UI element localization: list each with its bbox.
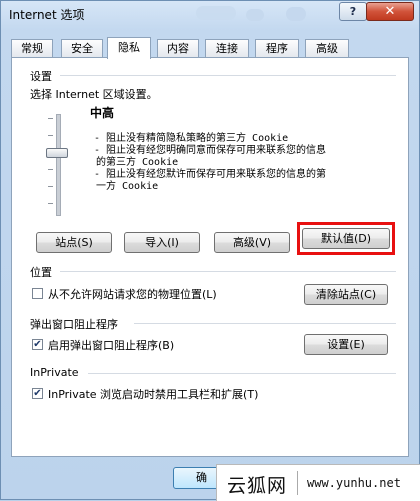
popup-checkbox-label: 启用弹出窗口阻止程序(B)	[48, 339, 175, 352]
slider-tick	[48, 118, 53, 119]
tab-content[interactable]: 内容	[157, 39, 199, 57]
group-divider	[88, 373, 396, 374]
settings-group-label: 设置	[30, 70, 52, 83]
watermark-url: www.yunhu.net	[307, 476, 401, 490]
advanced-button[interactable]: 高级(V)	[214, 232, 290, 253]
group-divider	[60, 75, 396, 76]
inprivate-checkbox-label: InPrivate 浏览启动时禁用工具栏和扩展(T)	[48, 388, 259, 401]
title-blur-shape	[246, 9, 264, 21]
help-icon: ?	[349, 5, 357, 18]
watermark-divider	[297, 471, 298, 495]
sites-button[interactable]: 站点(S)	[36, 232, 112, 253]
inprivate-checkbox[interactable]: ✔	[32, 388, 43, 399]
settings-instruction: 选择 Internet 区域设置。	[30, 88, 158, 101]
group-divider	[134, 323, 396, 324]
tab-security[interactable]: 安全	[61, 39, 103, 57]
help-button[interactable]: ?	[339, 2, 367, 21]
description-line: 一方 Cookie	[96, 181, 159, 192]
watermark: 云狐网 www.yunhu.net	[216, 464, 420, 501]
location-group-label: 位置	[30, 266, 52, 279]
checkmark-icon: ✔	[33, 388, 42, 399]
location-checkbox[interactable]	[32, 288, 43, 299]
privacy-panel: 设置 选择 Internet 区域设置。 中高 - 阻止没有精简隐私策略的第三方…	[11, 57, 409, 457]
slider-tick	[48, 203, 53, 204]
close-button[interactable]: ✕	[366, 2, 414, 21]
popup-checkbox[interactable]: ✔	[32, 339, 43, 350]
inprivate-group-label: InPrivate	[30, 366, 79, 379]
slider-tick	[48, 135, 53, 136]
popup-settings-button[interactable]: 设置(E)	[304, 334, 388, 355]
clear-sites-button[interactable]: 清除站点(C)	[304, 284, 388, 305]
watermark-logo: 云狐网	[227, 475, 288, 497]
tab-privacy[interactable]: 隐私	[107, 37, 151, 59]
checkmark-icon: ✔	[33, 339, 42, 350]
tab-programs[interactable]: 程序	[255, 39, 299, 57]
default-button-highlight	[297, 222, 395, 255]
location-checkbox-label: 从不允许网站请求您的物理位置(L)	[48, 288, 217, 301]
import-button[interactable]: 导入(I)	[124, 232, 200, 253]
slider-tick	[48, 186, 53, 187]
title-bar: Internet 选项 ? ✕	[1, 1, 419, 29]
internet-options-dialog: Internet 选项 ? ✕ 常规 安全 隐私 内容 连接 程序 高级 设置 …	[0, 0, 420, 500]
privacy-slider-thumb[interactable]	[46, 148, 68, 158]
privacy-level: 中高	[90, 106, 115, 120]
tab-connections[interactable]: 连接	[205, 39, 249, 57]
close-icon: ✕	[384, 4, 396, 19]
slider-tick	[48, 169, 53, 170]
tab-general[interactable]: 常规	[11, 39, 53, 57]
tab-advanced[interactable]: 高级	[305, 39, 349, 57]
title-blur-shape	[196, 6, 236, 20]
group-divider	[60, 271, 396, 272]
window-title: Internet 选项	[9, 8, 85, 22]
popup-group-label: 弹出窗口阻止程序	[30, 318, 118, 331]
title-blur-shape	[286, 7, 306, 21]
privacy-slider-track[interactable]	[56, 114, 61, 216]
